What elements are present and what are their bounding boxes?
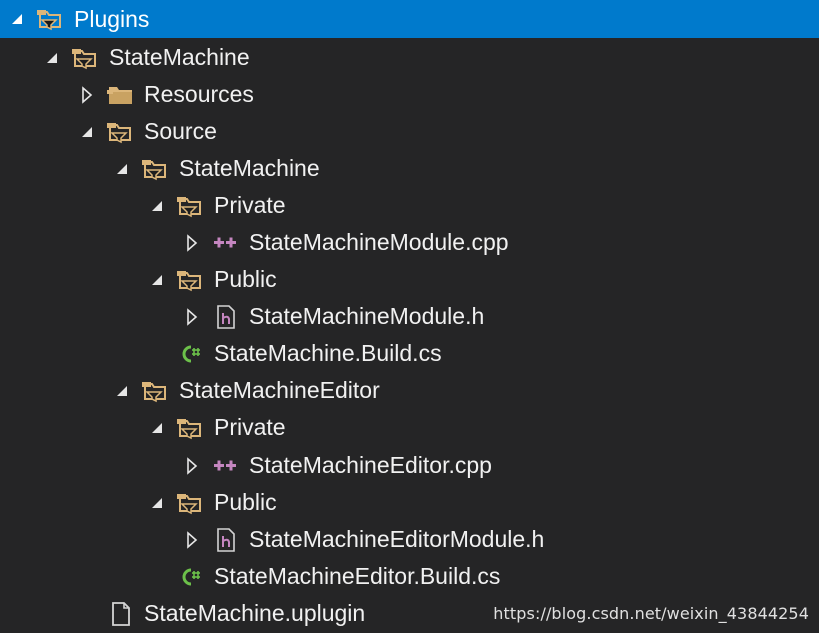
header-file-icon xyxy=(211,525,241,555)
expanded-arrow-icon[interactable] xyxy=(39,45,65,71)
folder-filter-icon xyxy=(106,117,136,147)
folder-filter-icon xyxy=(36,4,66,34)
expanded-arrow-icon[interactable] xyxy=(4,6,30,32)
folder-filled-icon xyxy=(106,80,136,110)
expanded-arrow-icon[interactable] xyxy=(74,119,100,145)
tree-item-statemachineeditor-build-cs[interactable]: StateMachineEditor.Build.cs xyxy=(0,558,819,595)
header-file-icon xyxy=(211,302,241,332)
tree-item-label: Public xyxy=(214,266,277,292)
watermark-url: https://blog.csdn.net/weixin_43844254 xyxy=(493,604,809,623)
expanded-arrow-icon[interactable] xyxy=(109,378,135,404)
solution-explorer-tree: Plugins StateMachine Resources Source St… xyxy=(0,0,819,633)
collapsed-arrow-icon[interactable] xyxy=(179,304,205,330)
tree-item-label: StateMachine.Build.cs xyxy=(214,340,442,366)
folder-filter-icon xyxy=(176,488,206,518)
tree-item-statemachineeditor[interactable]: StateMachineEditor xyxy=(0,372,819,409)
tree-item-plugins[interactable]: Plugins xyxy=(0,0,819,38)
tree-item-editor-private[interactable]: Private xyxy=(0,409,819,446)
tree-item-statemachineeditor-cpp[interactable]: StateMachineEditor.cpp xyxy=(0,447,819,484)
tree-item-public[interactable]: Public xyxy=(0,261,819,298)
tree-item-label: Resources xyxy=(144,81,254,107)
tree-item-label: StateMachineEditor.cpp xyxy=(249,452,492,478)
tree-item-statemachine-build-cs[interactable]: StateMachine.Build.cs xyxy=(0,335,819,372)
folder-filter-icon xyxy=(141,376,171,406)
expanded-arrow-icon[interactable] xyxy=(144,490,170,516)
csharp-file-icon xyxy=(176,562,206,592)
tree-item-label: Public xyxy=(214,489,277,515)
folder-filter-icon xyxy=(176,191,206,221)
tree-item-label: Private xyxy=(214,192,286,218)
expanded-arrow-icon[interactable] xyxy=(144,193,170,219)
collapsed-arrow-icon[interactable] xyxy=(179,230,205,256)
tree-item-label: StateMachineEditor xyxy=(179,377,380,403)
tree-item-label: StateMachineEditor.Build.cs xyxy=(214,563,501,589)
cpp-file-icon xyxy=(211,451,241,481)
tree-item-statemachinemodule-h[interactable]: StateMachineModule.h xyxy=(0,298,819,335)
tree-item-label: StateMachine.uplugin xyxy=(144,600,366,626)
no-expander xyxy=(144,564,170,590)
expanded-arrow-icon[interactable] xyxy=(144,267,170,293)
tree-item-statemachine[interactable]: StateMachine xyxy=(0,39,819,76)
collapsed-arrow-icon[interactable] xyxy=(179,453,205,479)
folder-filter-icon xyxy=(176,265,206,295)
tree-item-resources[interactable]: Resources xyxy=(0,76,819,113)
no-expander xyxy=(74,601,100,627)
tree-item-statemachine-module[interactable]: StateMachine xyxy=(0,150,819,187)
tree-item-statemachineeditormodule-h[interactable]: StateMachineEditorModule.h xyxy=(0,521,819,558)
tree-item-label: Source xyxy=(144,118,217,144)
tree-item-editor-public[interactable]: Public xyxy=(0,484,819,521)
folder-filter-icon xyxy=(141,154,171,184)
csharp-file-icon xyxy=(176,339,206,369)
tree-item-statemachinemodule-cpp[interactable]: StateMachineModule.cpp xyxy=(0,224,819,261)
folder-filter-icon xyxy=(71,43,101,73)
document-file-icon xyxy=(106,599,136,629)
tree-item-label: StateMachineModule.cpp xyxy=(249,229,509,255)
tree-item-label: StateMachineEditorModule.h xyxy=(249,526,545,552)
cpp-file-icon xyxy=(211,228,241,258)
tree-item-label: StateMachineModule.h xyxy=(249,303,485,329)
tree-item-label: Plugins xyxy=(74,5,150,32)
tree-item-label: StateMachine xyxy=(179,155,320,181)
expanded-arrow-icon[interactable] xyxy=(144,415,170,441)
collapsed-arrow-icon[interactable] xyxy=(179,527,205,553)
tree-item-label: Private xyxy=(214,414,286,440)
collapsed-arrow-icon[interactable] xyxy=(74,82,100,108)
expanded-arrow-icon[interactable] xyxy=(109,156,135,182)
no-expander xyxy=(144,341,170,367)
folder-filter-icon xyxy=(176,413,206,443)
tree-item-label: StateMachine xyxy=(109,44,250,70)
tree-item-private[interactable]: Private xyxy=(0,187,819,224)
tree-item-source[interactable]: Source xyxy=(0,113,819,150)
